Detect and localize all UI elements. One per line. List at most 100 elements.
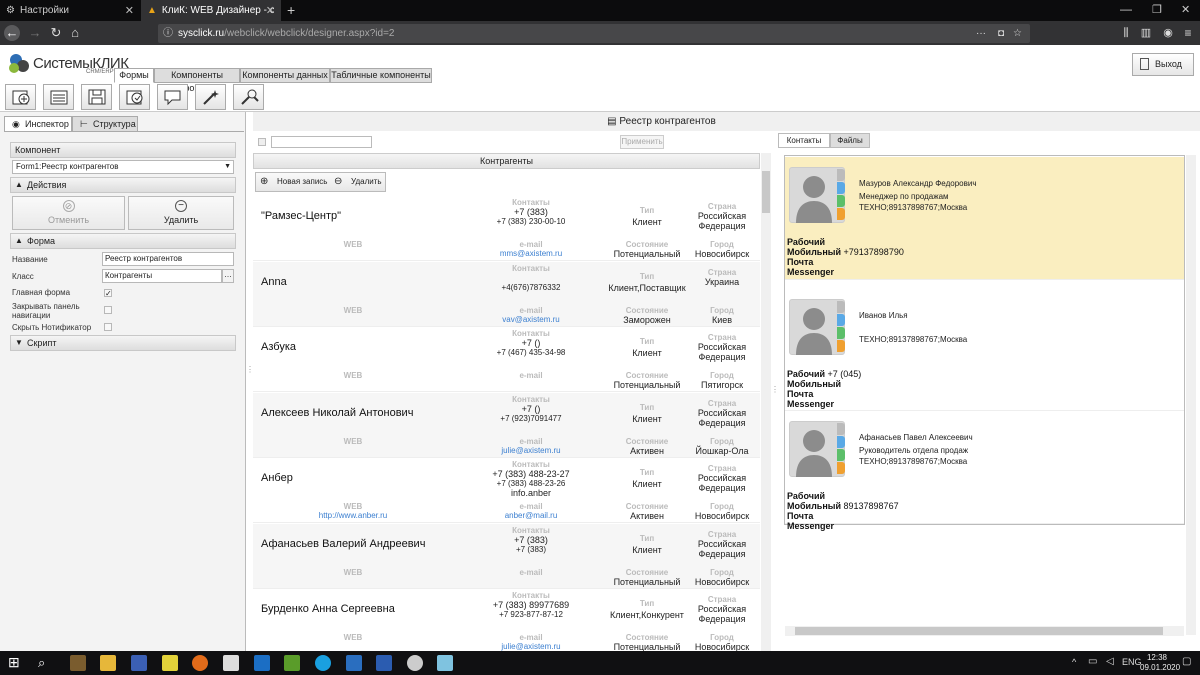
scrollbar-thumb[interactable] — [795, 627, 1163, 635]
scrollbar-thumb[interactable] — [762, 171, 770, 213]
windows-start-icon[interactable]: ⊞ — [8, 654, 20, 671]
skype-icon[interactable] — [315, 655, 331, 671]
contractor-name[interactable]: Анбер — [261, 472, 293, 484]
search-icon[interactable]: ⌕ — [38, 655, 45, 671]
class-picker-button[interactable]: … — [222, 269, 234, 283]
notes-icon[interactable] — [162, 655, 178, 671]
firefox-icon[interactable] — [192, 655, 208, 671]
contractor-name[interactable]: Афанасьев Валерий Андреевич — [261, 538, 425, 550]
contacts-vscrollbar[interactable] — [1186, 155, 1196, 635]
contractor-email-link[interactable]: mms@axistem.ru — [483, 249, 579, 258]
close-icon[interactable]: ✕ — [266, 4, 275, 17]
comment-button[interactable] — [157, 84, 188, 110]
keyboard-lang[interactable]: ENG — [1122, 657, 1142, 667]
more-icon[interactable]: ··· — [976, 24, 986, 43]
contractor-email-link[interactable]: julie@axistem.ru — [483, 446, 579, 455]
close-nav-checkbox[interactable] — [104, 306, 112, 314]
table-row[interactable]: Anna Контакты +4(676)7876332 Тип Клиент,Пост… — [253, 262, 760, 327]
preview-form-button[interactable] — [119, 84, 150, 110]
list-scrollbar[interactable] — [761, 153, 771, 651]
notifications-icon[interactable]: ▢ — [1182, 656, 1191, 667]
restore-icon[interactable]: ❐ — [1152, 3, 1162, 16]
contractor-email-link[interactable]: anber@mail.ru — [483, 511, 579, 520]
tab-form-components[interactable]: Компоненты формы — [154, 68, 240, 93]
table-row[interactable]: Бурденко Анна Сергеевна Контакты +7 (383) … — [253, 589, 760, 654]
calculator-icon[interactable] — [223, 655, 239, 671]
network-icon[interactable]: ▭ — [1088, 656, 1097, 667]
table-row[interactable]: Афанасьев Валерий Андреевич Контакты +7 (3… — [253, 524, 760, 589]
menu-icon[interactable]: ≡ — [1180, 25, 1196, 41]
tab-table-components[interactable]: Табличные компоненты — [330, 68, 432, 83]
name-input[interactable]: Реестр контрагентов — [102, 252, 234, 266]
tab-forms[interactable]: Формы — [114, 68, 154, 83]
splitter-handle[interactable]: ⋮ — [246, 365, 254, 385]
contractor-name[interactable]: Anna — [261, 276, 287, 288]
apply-button[interactable]: Применить — [620, 135, 664, 149]
app-blue-icon[interactable] — [437, 655, 453, 671]
actions-header[interactable]: ▲ Действия — [10, 177, 236, 193]
tray-arrow-icon[interactable]: ^ — [1072, 657, 1076, 667]
contractor-email-link[interactable]: vav@axistem.ru — [483, 315, 579, 324]
open-form-button[interactable] — [43, 84, 74, 110]
class-input[interactable]: Контрагенты — [102, 269, 222, 283]
reload-icon[interactable]: ↻ — [48, 25, 64, 41]
account-icon[interactable]: ◉ — [1160, 25, 1176, 41]
contractor-name[interactable]: Азбука — [261, 341, 296, 353]
save-form-button[interactable] — [81, 84, 112, 110]
hide-notifier-checkbox[interactable] — [104, 323, 112, 331]
volume-icon[interactable]: ◁ — [1106, 656, 1114, 667]
word-icon[interactable] — [376, 655, 392, 671]
clock[interactable]: 12:38 09.01.2020 — [1140, 653, 1180, 673]
outlook-icon[interactable] — [254, 655, 270, 671]
browser-tab-designer[interactable]: ▲ КлиК: WEB Дизайнер - сервер ✕ — [141, 0, 281, 21]
filter-input[interactable] — [271, 136, 372, 148]
form-header[interactable]: ▲ Форма — [10, 233, 236, 249]
contact-card[interactable]: Мазуров Александр Федорович Менеджер по п… — [785, 157, 1184, 280]
contractor-web-link[interactable]: http://www.anber.ru — [293, 511, 413, 520]
contact-card[interactable]: Афанасьев Павел Алексеевич Руководитель о… — [785, 411, 1184, 531]
home-icon[interactable]: ⌂ — [67, 25, 83, 41]
contacts-hscrollbar[interactable] — [785, 626, 1184, 636]
contractor-email-link[interactable]: julie@axistem.ru — [483, 642, 579, 651]
component-select[interactable]: Form1:Реестр контрагентов ▼ — [12, 160, 234, 174]
main-form-checkbox[interactable]: ✓ — [104, 289, 112, 298]
script-header[interactable]: ▼ Скрипт — [10, 335, 236, 351]
cancel-button[interactable]: ⊘ Отменить — [12, 196, 125, 230]
contact-card[interactable]: Иванов Илья ТЕХНО;89137898767;Москва Рабоч… — [785, 289, 1184, 411]
new-tab-icon[interactable]: + — [287, 2, 295, 18]
forward-icon[interactable]: → — [27, 25, 43, 41]
explorer-icon[interactable] — [100, 655, 116, 671]
contractor-name[interactable]: Алексеев Николай Антонович — [261, 407, 413, 419]
table-row[interactable]: "Рамзес-Центр" Контакты +7 (383) +7 (383) 2… — [253, 196, 760, 261]
app-round-icon[interactable] — [407, 655, 423, 671]
wizard-search-button[interactable] — [233, 84, 264, 110]
table-row[interactable]: Анбер Контакты +7 (383) 488-23-27 +7 (383) … — [253, 458, 760, 523]
save-app-icon[interactable] — [131, 655, 147, 671]
splitter-handle[interactable]: ⋮ — [771, 385, 779, 405]
app-arrow-icon[interactable] — [346, 655, 362, 671]
browser-tab-settings[interactable]: ⚙ Настройки ✕ — [0, 0, 140, 21]
pocket-icon[interactable]: ◘ — [998, 24, 1004, 43]
tab-data-components[interactable]: Компоненты данных — [240, 68, 330, 83]
new-record-button[interactable]: Новая запись — [277, 173, 327, 191]
tab-structure[interactable]: ⊢ Структура — [72, 116, 138, 132]
back-icon[interactable]: ← — [4, 25, 20, 41]
minimize-icon[interactable]: — — [1120, 2, 1132, 16]
wizard-button[interactable] — [195, 84, 226, 110]
table-row[interactable]: Азбука Контакты +7 () +7 (467) 435-34-98 Тип… — [253, 327, 760, 392]
exit-button[interactable]: Выход — [1132, 53, 1194, 76]
close-icon[interactable]: ✕ — [125, 4, 134, 17]
delete-record-button[interactable]: Удалить — [351, 173, 382, 191]
url-bar[interactable]: ⓘ sysclick.ru/webclick/webclick/designer… — [158, 24, 1030, 43]
tab-inspector[interactable]: ◉ Инспектор — [4, 116, 72, 132]
app-green-icon[interactable] — [284, 655, 300, 671]
plus-circle-icon[interactable]: ⊕ — [260, 173, 268, 191]
select-all-checkbox[interactable] — [258, 138, 266, 146]
contractor-name[interactable]: "Рамзес-Центр" — [261, 210, 341, 222]
tab-contacts[interactable]: Контакты — [778, 133, 830, 148]
tab-files[interactable]: Файлы — [830, 133, 870, 148]
new-form-button[interactable] — [5, 84, 36, 110]
delete-button[interactable]: − Удалить — [128, 196, 234, 230]
taskbar-app-icon[interactable] — [70, 655, 86, 671]
library-icon[interactable]: ⫼ — [1118, 25, 1134, 41]
